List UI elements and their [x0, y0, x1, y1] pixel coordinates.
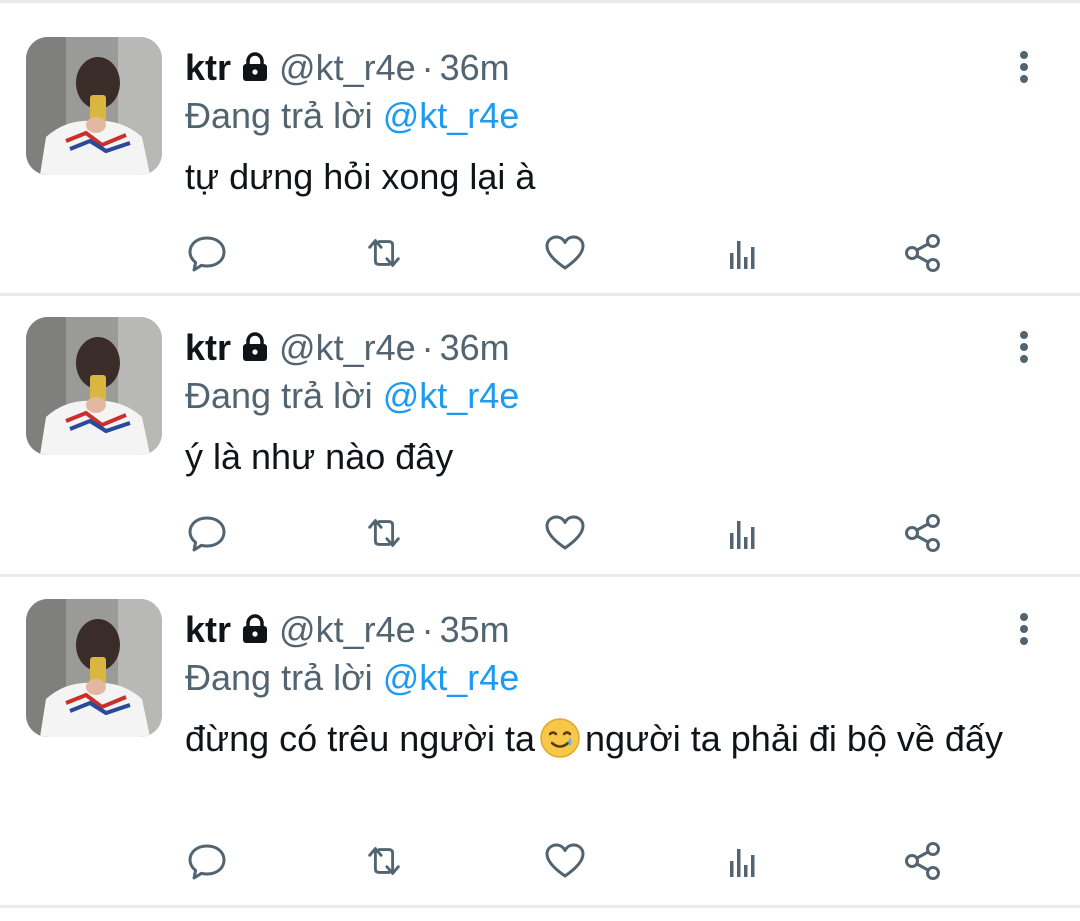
share-icon[interactable] — [901, 231, 945, 275]
replying-to-line: Đang trả lời @kt_r4e — [185, 373, 519, 419]
tweet-card[interactable]: ktr @kt_r4e · 36m Đang trả lời @kt_r4e tự d… — [0, 3, 1080, 281]
like-icon[interactable] — [543, 231, 587, 275]
author-handle[interactable]: @kt_r4e — [279, 47, 416, 88]
like-icon[interactable] — [543, 511, 587, 555]
tweet-text-content: tự dưng hỏi xong lại à — [185, 156, 536, 197]
lock-icon — [239, 610, 271, 656]
replying-mention[interactable]: @kt_r4e — [383, 657, 520, 698]
retweet-icon[interactable] — [362, 511, 406, 555]
avatar[interactable] — [26, 317, 162, 455]
analytics-icon[interactable] — [721, 839, 765, 883]
author-name[interactable]: ktr — [185, 47, 231, 88]
analytics-icon[interactable] — [721, 231, 765, 275]
replying-prefix: Đang trả lời — [185, 375, 373, 416]
more-options-icon[interactable] — [1010, 611, 1038, 651]
replying-prefix: Đang trả lời — [185, 657, 373, 698]
tweet-actions — [0, 839, 1080, 889]
replying-to-line: Đang trả lời @kt_r4e — [185, 93, 519, 139]
replying-mention[interactable]: @kt_r4e — [383, 95, 520, 136]
tweet-header: ktr @kt_r4e · 36m — [185, 325, 510, 371]
lock-icon — [239, 328, 271, 374]
tweet-feed: ktr @kt_r4e · 36m Đang trả lời @kt_r4e tự d… — [0, 0, 1080, 921]
tweet-actions — [0, 511, 1080, 561]
more-options-icon[interactable] — [1010, 49, 1038, 89]
avatar[interactable] — [26, 37, 162, 175]
tweet-text-content: đừng có trêu người ta — [185, 718, 535, 759]
reply-icon[interactable] — [185, 839, 229, 883]
tweet-text: đừng có trêu người ta người ta phải đi bộ… — [185, 715, 1045, 771]
smiling-face-with-tear-icon — [539, 717, 581, 771]
author-name[interactable]: ktr — [185, 609, 231, 650]
share-icon[interactable] — [901, 839, 945, 883]
replying-prefix: Đang trả lời — [185, 95, 373, 136]
tweet-card[interactable]: ktr @kt_r4e · 36m Đang trả lời @kt_r4e ý là… — [0, 283, 1080, 561]
like-icon[interactable] — [543, 839, 587, 883]
tweet-time[interactable]: 36m — [440, 327, 510, 368]
more-options-icon[interactable] — [1010, 329, 1038, 369]
separator-dot: · — [421, 609, 434, 650]
tweet-time[interactable]: 36m — [440, 47, 510, 88]
tweet-time[interactable]: 35m — [440, 609, 510, 650]
lock-icon — [239, 48, 271, 94]
separator-dot: · — [421, 47, 434, 88]
author-handle[interactable]: @kt_r4e — [279, 327, 416, 368]
divider — [0, 905, 1080, 908]
tweet-actions — [0, 231, 1080, 281]
tweet-card[interactable]: ktr @kt_r4e · 35m Đang trả lời @kt_r4e đừng… — [0, 565, 1080, 905]
author-name[interactable]: ktr — [185, 327, 231, 368]
replying-to-line: Đang trả lời @kt_r4e — [185, 655, 519, 701]
author-handle[interactable]: @kt_r4e — [279, 609, 416, 650]
reply-icon[interactable] — [185, 511, 229, 555]
tweet-text-continued: người ta phải đi bộ về đấy — [585, 718, 1003, 759]
tweet-text: ý là như nào đây — [185, 433, 1045, 481]
avatar[interactable] — [26, 599, 162, 737]
analytics-icon[interactable] — [721, 511, 765, 555]
replying-mention[interactable]: @kt_r4e — [383, 375, 520, 416]
share-icon[interactable] — [901, 511, 945, 555]
tweet-header: ktr @kt_r4e · 36m — [185, 45, 510, 91]
tweet-text: tự dưng hỏi xong lại à — [185, 153, 1045, 201]
retweet-icon[interactable] — [362, 231, 406, 275]
separator-dot: · — [421, 327, 434, 368]
reply-icon[interactable] — [185, 231, 229, 275]
tweet-text-content: ý là như nào đây — [185, 436, 454, 477]
retweet-icon[interactable] — [362, 839, 406, 883]
tweet-header: ktr @kt_r4e · 35m — [185, 607, 510, 653]
